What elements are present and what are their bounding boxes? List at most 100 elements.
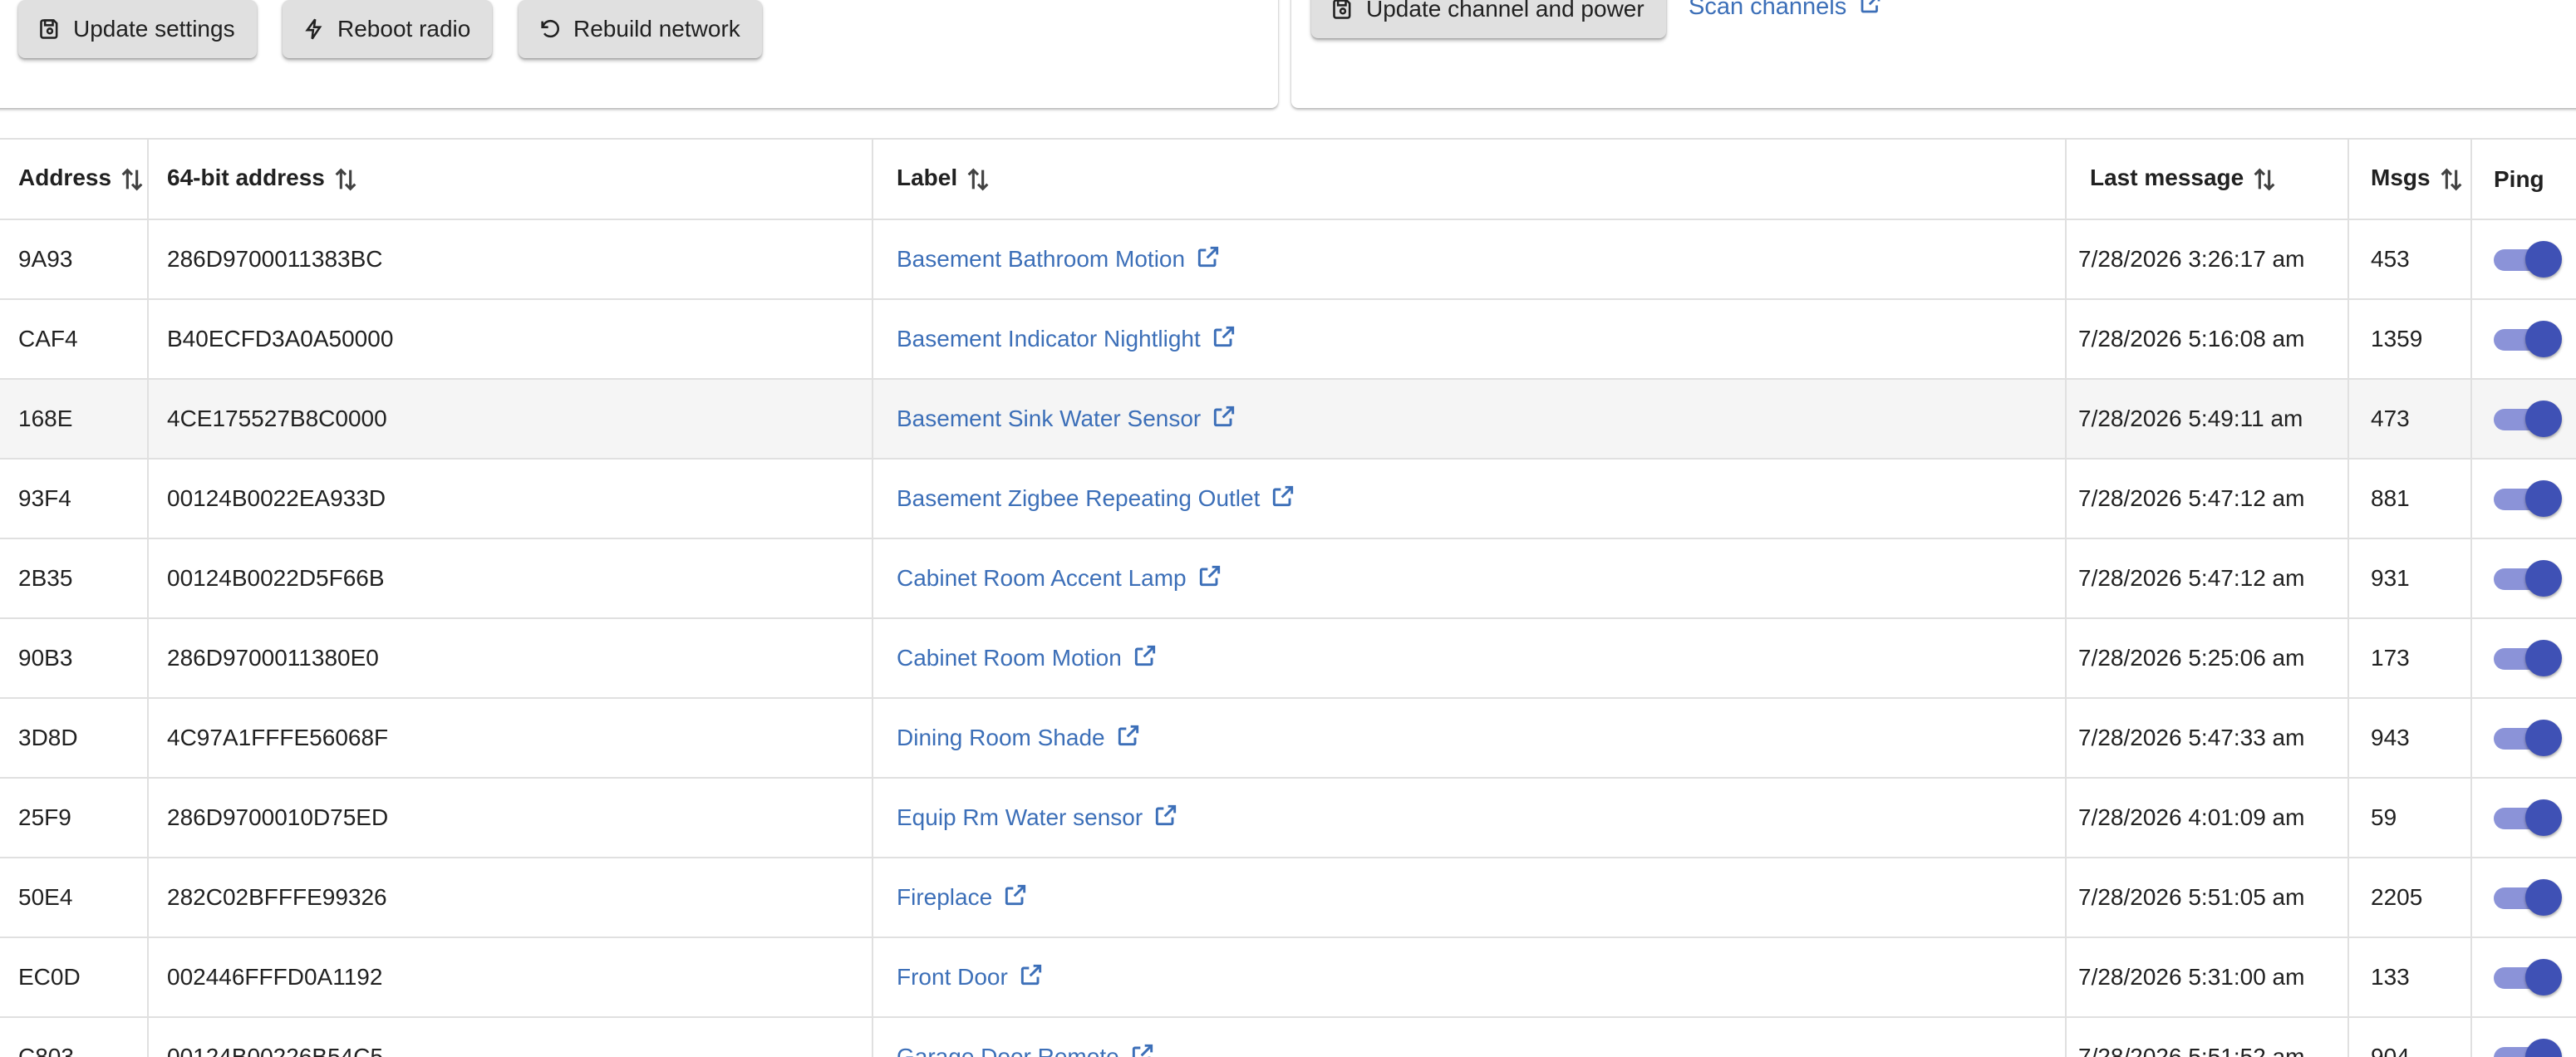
rebuild-network-button[interactable]: Rebuild network [519, 0, 762, 58]
msgs-cell: 931 [2348, 538, 2472, 619]
table-row: 168E 4CE175527B8C0000 Basement Sink Wate… [0, 379, 2576, 460]
ping-toggle[interactable] [2490, 558, 2562, 598]
table-row: EC0D 002446FFFD0A1192 Front Door 7/28/20… [0, 937, 2576, 1018]
label-cell: Dining Room Shade [873, 698, 2067, 779]
column-header-label[interactable]: Label [873, 140, 2067, 220]
column-header-msgs[interactable]: Msgs [2348, 140, 2472, 220]
settings-card: Update settings Reboot radio Rebuild net… [0, 0, 1278, 108]
ieee-address-value: 00124B00226B54C5 [167, 1044, 384, 1057]
last-message-value: 7/28/2026 5:31:00 am [2078, 964, 2305, 990]
table-row: 25F9 286D9700010D75ED Equip Rm Water sen… [0, 778, 2576, 858]
device-label-text: Basement Indicator Nightlight [897, 326, 1201, 352]
ieee-address-value: 002446FFFD0A1192 [167, 964, 383, 990]
device-label-text: Dining Room Shade [897, 725, 1105, 750]
address-cell: 93F4 [0, 459, 149, 539]
msgs-cell: 881 [2348, 459, 2472, 539]
ping-cell [2471, 459, 2576, 539]
ieee-address-cell: 4C97A1FFFE56068F [148, 698, 873, 779]
device-label-link[interactable]: Cabinet Room Accent Lamp [897, 563, 1223, 595]
device-label-link[interactable]: Basement Zigbee Repeating Outlet [897, 483, 1296, 515]
reboot-radio-button[interactable]: Reboot radio [283, 0, 493, 58]
ping-toggle[interactable] [2490, 718, 2562, 758]
toggle-thumb [2525, 879, 2562, 916]
device-label-link[interactable]: Fireplace [897, 882, 1029, 914]
address-cell: CAF4 [0, 299, 149, 380]
column-header-64bit-address[interactable]: 64-bit address [148, 140, 873, 220]
table-row: 9A93 286D9700011383BC Basement Bathroom … [0, 219, 2576, 300]
toggle-thumb [2525, 1039, 2562, 1057]
toggle-thumb [2525, 241, 2562, 278]
msgs-value: 473 [2371, 406, 2410, 431]
ping-cell [2471, 538, 2576, 619]
ping-cell [2471, 937, 2576, 1018]
msgs-value: 931 [2371, 565, 2410, 591]
update-channel-power-button[interactable]: Update channel and power [1311, 0, 1666, 38]
device-label-link[interactable]: Equip Rm Water sensor [897, 802, 1179, 834]
last-message-value: 7/28/2026 3:26:17 am [2078, 246, 2305, 272]
address-value: 9A93 [18, 246, 73, 272]
ping-toggle[interactable] [2490, 319, 2562, 359]
ping-toggle[interactable] [2490, 399, 2562, 439]
external-link-icon [1008, 961, 1045, 994]
ping-toggle[interactable] [2490, 878, 2562, 917]
label-cell: Equip Rm Water sensor [873, 778, 2067, 858]
ping-toggle[interactable] [2490, 798, 2562, 838]
sort-icon[interactable] [118, 165, 146, 194]
device-label-link[interactable]: Cabinet Room Motion [897, 642, 1158, 675]
address-value: C803 [18, 1044, 74, 1057]
label-cell: Cabinet Room Motion [873, 618, 2067, 699]
label-cell: Front Door [873, 937, 2067, 1018]
sort-icon[interactable] [2250, 165, 2279, 194]
ping-toggle[interactable] [2490, 1037, 2562, 1057]
sort-icon[interactable] [964, 165, 992, 194]
external-link-icon [1846, 0, 1883, 22]
label-cell: Basement Bathroom Motion [873, 219, 2067, 300]
ieee-address-value: 4CE175527B8C0000 [167, 406, 387, 431]
device-label-link[interactable]: Basement Sink Water Sensor [897, 403, 1237, 435]
ping-toggle[interactable] [2490, 239, 2562, 279]
ping-toggle[interactable] [2490, 957, 2562, 997]
ieee-address-value: 00124B0022EA933D [167, 485, 386, 511]
label-cell: Fireplace [873, 858, 2067, 938]
address-cell: 2B35 [0, 538, 149, 619]
address-cell: 50E4 [0, 858, 149, 938]
ieee-address-value: 4C97A1FFFE56068F [167, 725, 389, 750]
last-message-cell: 7/28/2026 5:51:52 am [2066, 1017, 2349, 1057]
ieee-address-value: 286D9700010D75ED [167, 804, 389, 830]
ieee-address-cell: 286D9700011380E0 [148, 618, 873, 699]
ping-toggle[interactable] [2490, 479, 2562, 519]
ping-cell [2471, 858, 2576, 938]
address-value: 90B3 [18, 645, 73, 671]
last-message-value: 7/28/2026 5:49:11 am [2078, 406, 2303, 431]
device-label-text: Garage Door Remote [897, 1044, 1119, 1057]
device-label-text: Basement Sink Water Sensor [897, 406, 1202, 431]
msgs-cell: 2205 [2348, 858, 2472, 938]
column-header-address[interactable]: Address [0, 140, 149, 220]
device-label-link[interactable]: Garage Door Remote [897, 1041, 1156, 1057]
ping-cell [2471, 299, 2576, 380]
last-message-cell: 7/28/2026 5:16:08 am [2066, 299, 2349, 380]
ieee-address-value: 286D9700011380E0 [167, 645, 379, 671]
update-settings-button[interactable]: Update settings [18, 0, 257, 58]
last-message-value: 7/28/2026 5:47:12 am [2078, 485, 2305, 511]
ping-toggle[interactable] [2490, 638, 2562, 678]
scan-channels-link[interactable]: Scan channels [1689, 0, 1883, 23]
last-message-cell: 7/28/2026 5:47:12 am [2066, 538, 2349, 619]
msgs-value: 173 [2371, 645, 2410, 671]
address-cell: 90B3 [0, 618, 149, 699]
device-label-link[interactable]: Dining Room Shade [897, 722, 1142, 755]
column-header-last-message[interactable]: Last message [2066, 140, 2349, 220]
device-label-link[interactable]: Front Door [897, 961, 1045, 994]
rebuild-network-label: Rebuild network [573, 16, 740, 42]
update-settings-label: Update settings [73, 16, 235, 42]
last-message-value: 7/28/2026 5:51:52 am [2078, 1044, 2305, 1057]
device-label-text: Cabinet Room Motion [897, 645, 1122, 671]
device-label-link[interactable]: Basement Indicator Nightlight [897, 323, 1237, 356]
toggle-thumb [2525, 720, 2562, 756]
msgs-value: 59 [2371, 804, 2397, 830]
ieee-address-cell: B40ECFD3A0A50000 [148, 299, 873, 380]
sort-icon[interactable] [332, 165, 360, 194]
device-label-link[interactable]: Basement Bathroom Motion [897, 243, 1222, 276]
sort-icon[interactable] [2437, 165, 2465, 194]
refresh-icon [538, 17, 562, 41]
